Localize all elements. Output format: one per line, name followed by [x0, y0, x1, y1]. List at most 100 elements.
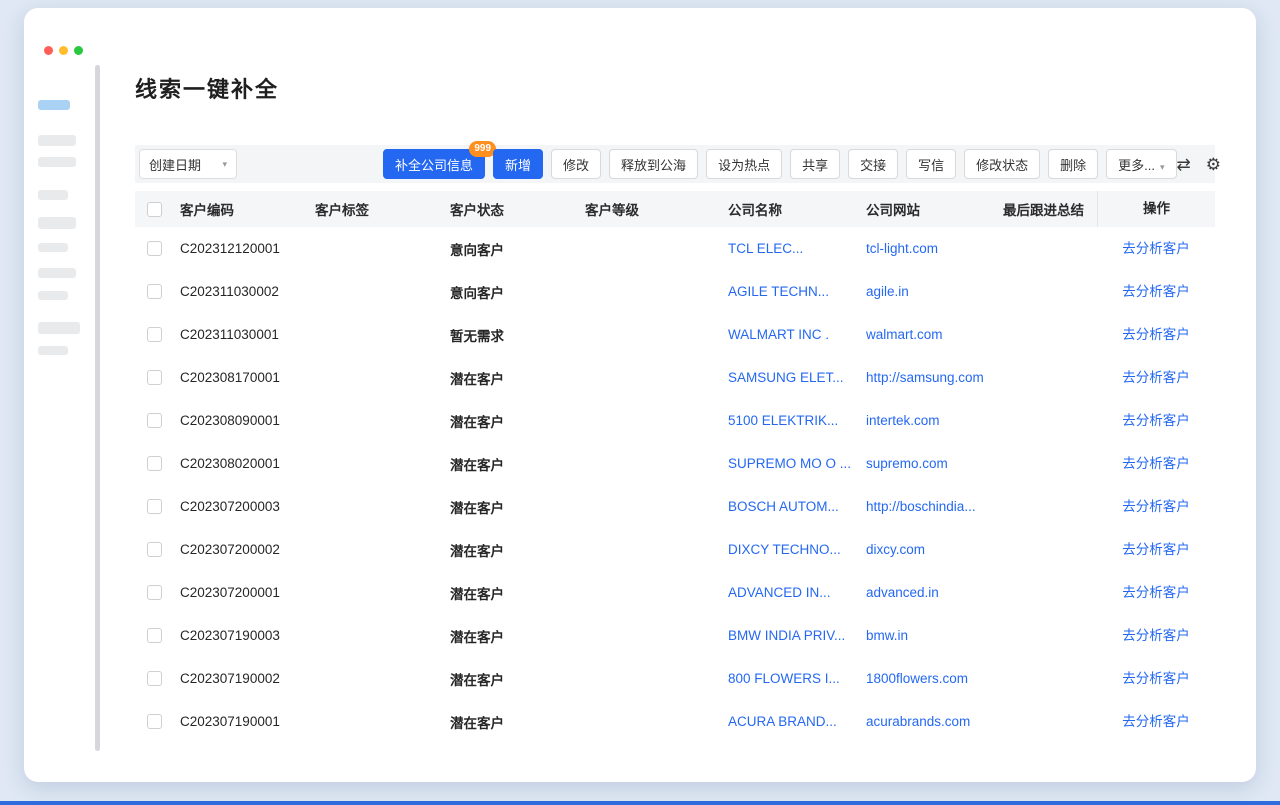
company-website-link[interactable]: agile.in — [866, 284, 1003, 299]
company-name-link[interactable]: SAMSUNG ELET... — [728, 370, 866, 385]
customer-status-cell: 潜在客户 — [450, 540, 585, 560]
table-row[interactable]: C202311030002 意向客户 AGILE TECHN... agile.… — [135, 270, 1215, 313]
row-checkbox[interactable] — [147, 284, 162, 299]
modify-status-button[interactable]: 修改状态 — [964, 149, 1040, 179]
complete-company-info-button[interactable]: 补全公司信息 999 — [383, 149, 485, 179]
customer-status-cell: 潜在客户 — [450, 411, 585, 431]
analyze-customer-link[interactable]: 去分析客户 — [1122, 495, 1190, 515]
sidebar-item[interactable] — [38, 243, 68, 252]
company-name-link[interactable]: BMW INDIA PRIV... — [728, 628, 866, 643]
company-website-link[interactable]: walmart.com — [866, 327, 1003, 342]
company-website-link[interactable]: http://samsung.com — [866, 370, 1003, 385]
analyze-customer-link[interactable]: 去分析客户 — [1122, 624, 1190, 644]
sidebar-item[interactable] — [38, 291, 68, 300]
table-row[interactable]: C202307200003 潜在客户 BOSCH AUTOM... http:/… — [135, 485, 1215, 528]
row-checkbox[interactable] — [147, 671, 162, 686]
sidebar-item[interactable] — [38, 346, 68, 355]
company-name-link[interactable]: ADVANCED IN... — [728, 585, 866, 600]
row-checkbox[interactable] — [147, 456, 162, 471]
analyze-customer-link[interactable]: 去分析客户 — [1122, 409, 1190, 429]
company-name-link[interactable]: AGILE TECHN... — [728, 284, 866, 299]
row-checkbox[interactable] — [147, 499, 162, 514]
modify-button[interactable]: 修改 — [551, 149, 601, 179]
row-checkbox[interactable] — [147, 628, 162, 643]
analyze-customer-link[interactable]: 去分析客户 — [1122, 323, 1190, 343]
write-letter-button[interactable]: 写信 — [906, 149, 956, 179]
company-name-link[interactable]: 800 FLOWERS I... — [728, 671, 866, 686]
company-name-link[interactable]: DIXCY TECHNO... — [728, 542, 866, 557]
sidebar-active-item[interactable] — [38, 100, 70, 110]
notification-badge: 999 — [469, 141, 496, 157]
row-checkbox[interactable] — [147, 542, 162, 557]
company-website-link[interactable]: 1800flowers.com — [866, 671, 1003, 686]
row-checkbox[interactable] — [147, 413, 162, 428]
analyze-customer-link[interactable]: 去分析客户 — [1122, 667, 1190, 687]
company-name-link[interactable]: TCL ELEC... — [728, 241, 866, 256]
table-row[interactable]: C202307190002 潜在客户 800 FLOWERS I... 1800… — [135, 657, 1215, 700]
company-website-link[interactable]: bmw.in — [866, 628, 1003, 643]
analyze-customer-link[interactable]: 去分析客户 — [1122, 452, 1190, 472]
date-filter-dropdown[interactable]: 创建日期 ▾ — [139, 149, 237, 179]
handover-button[interactable]: 交接 — [848, 149, 898, 179]
customer-status-cell: 潜在客户 — [450, 497, 585, 517]
transfer-icon[interactable]: ⇄ — [1177, 156, 1191, 173]
table-row[interactable]: C202312120001 意向客户 TCL ELEC... tcl-light… — [135, 227, 1215, 270]
table-row[interactable]: C202307190001 潜在客户 ACURA BRAND... acurab… — [135, 700, 1215, 743]
company-website-link[interactable]: acurabrands.com — [866, 714, 1003, 729]
table-row[interactable]: C202311030001 暂无需求 WALMART INC . walmart… — [135, 313, 1215, 356]
sidebar-item[interactable] — [38, 157, 76, 167]
gear-icon[interactable]: ⚙ — [1206, 156, 1221, 173]
customer-table: 客户编码 客户标签 客户状态 客户等级 公司名称 公司网站 最后跟进总结 操作 … — [135, 191, 1215, 743]
sidebar-item[interactable] — [38, 135, 76, 146]
minimize-window-button[interactable] — [59, 46, 68, 55]
sidebar-item[interactable] — [38, 217, 76, 229]
table-header: 客户编码 客户标签 客户状态 客户等级 公司名称 公司网站 最后跟进总结 操作 — [135, 191, 1215, 227]
row-checkbox[interactable] — [147, 241, 162, 256]
more-button-label: 更多... — [1118, 158, 1155, 173]
row-checkbox[interactable] — [147, 327, 162, 342]
share-button[interactable]: 共享 — [790, 149, 840, 179]
more-button[interactable]: 更多...▾ — [1106, 149, 1176, 179]
analyze-customer-link[interactable]: 去分析客户 — [1122, 581, 1190, 601]
row-checkbox[interactable] — [147, 585, 162, 600]
release-to-pool-button[interactable]: 释放到公海 — [609, 149, 698, 179]
add-button[interactable]: 新增 — [493, 149, 543, 179]
table-row[interactable]: C202308020001 潜在客户 SUPREMO MO O ... supr… — [135, 442, 1215, 485]
toolbar-icon-group: ⇄ ⚙ — [1177, 156, 1232, 173]
company-name-link[interactable]: WALMART INC . — [728, 327, 866, 342]
select-all-checkbox[interactable] — [147, 202, 162, 217]
analyze-customer-link[interactable]: 去分析客户 — [1122, 710, 1190, 730]
analyze-customer-link[interactable]: 去分析客户 — [1122, 280, 1190, 300]
company-website-link[interactable]: supremo.com — [866, 456, 1003, 471]
analyze-customer-link[interactable]: 去分析客户 — [1122, 237, 1190, 257]
set-hot-button[interactable]: 设为热点 — [706, 149, 782, 179]
company-name-link[interactable]: BOSCH AUTOM... — [728, 499, 866, 514]
company-website-link[interactable]: advanced.in — [866, 585, 1003, 600]
sidebar-item[interactable] — [38, 190, 68, 200]
company-name-link[interactable]: SUPREMO MO O ... — [728, 456, 866, 471]
company-website-link[interactable]: tcl-light.com — [866, 241, 1003, 256]
vertical-scrollbar[interactable] — [95, 65, 100, 751]
row-checkbox[interactable] — [147, 714, 162, 729]
table-row[interactable]: C202308090001 潜在客户 5100 ELEKTRIK... inte… — [135, 399, 1215, 442]
sidebar-item[interactable] — [38, 322, 80, 334]
zoom-window-button[interactable] — [74, 46, 83, 55]
sidebar-item[interactable] — [38, 268, 76, 278]
company-website-link[interactable]: intertek.com — [866, 413, 1003, 428]
company-website-link[interactable]: dixcy.com — [866, 542, 1003, 557]
analyze-customer-link[interactable]: 去分析客户 — [1122, 538, 1190, 558]
table-row[interactable]: C202307200001 潜在客户 ADVANCED IN... advanc… — [135, 571, 1215, 614]
customer-status-cell: 潜在客户 — [450, 583, 585, 603]
analyze-customer-link[interactable]: 去分析客户 — [1122, 366, 1190, 386]
table-row[interactable]: C202308170001 潜在客户 SAMSUNG ELET... http:… — [135, 356, 1215, 399]
customer-code-cell: C202308020001 — [180, 456, 315, 471]
company-website-link[interactable]: http://boschindia... — [866, 499, 1003, 514]
row-checkbox[interactable] — [147, 370, 162, 385]
table-row[interactable]: C202307200002 潜在客户 DIXCY TECHNO... dixcy… — [135, 528, 1215, 571]
customer-code-cell: C202307190001 — [180, 714, 315, 729]
close-window-button[interactable] — [44, 46, 53, 55]
company-name-link[interactable]: ACURA BRAND... — [728, 714, 866, 729]
delete-button[interactable]: 删除 — [1048, 149, 1098, 179]
table-row[interactable]: C202307190003 潜在客户 BMW INDIA PRIV... bmw… — [135, 614, 1215, 657]
company-name-link[interactable]: 5100 ELEKTRIK... — [728, 413, 866, 428]
